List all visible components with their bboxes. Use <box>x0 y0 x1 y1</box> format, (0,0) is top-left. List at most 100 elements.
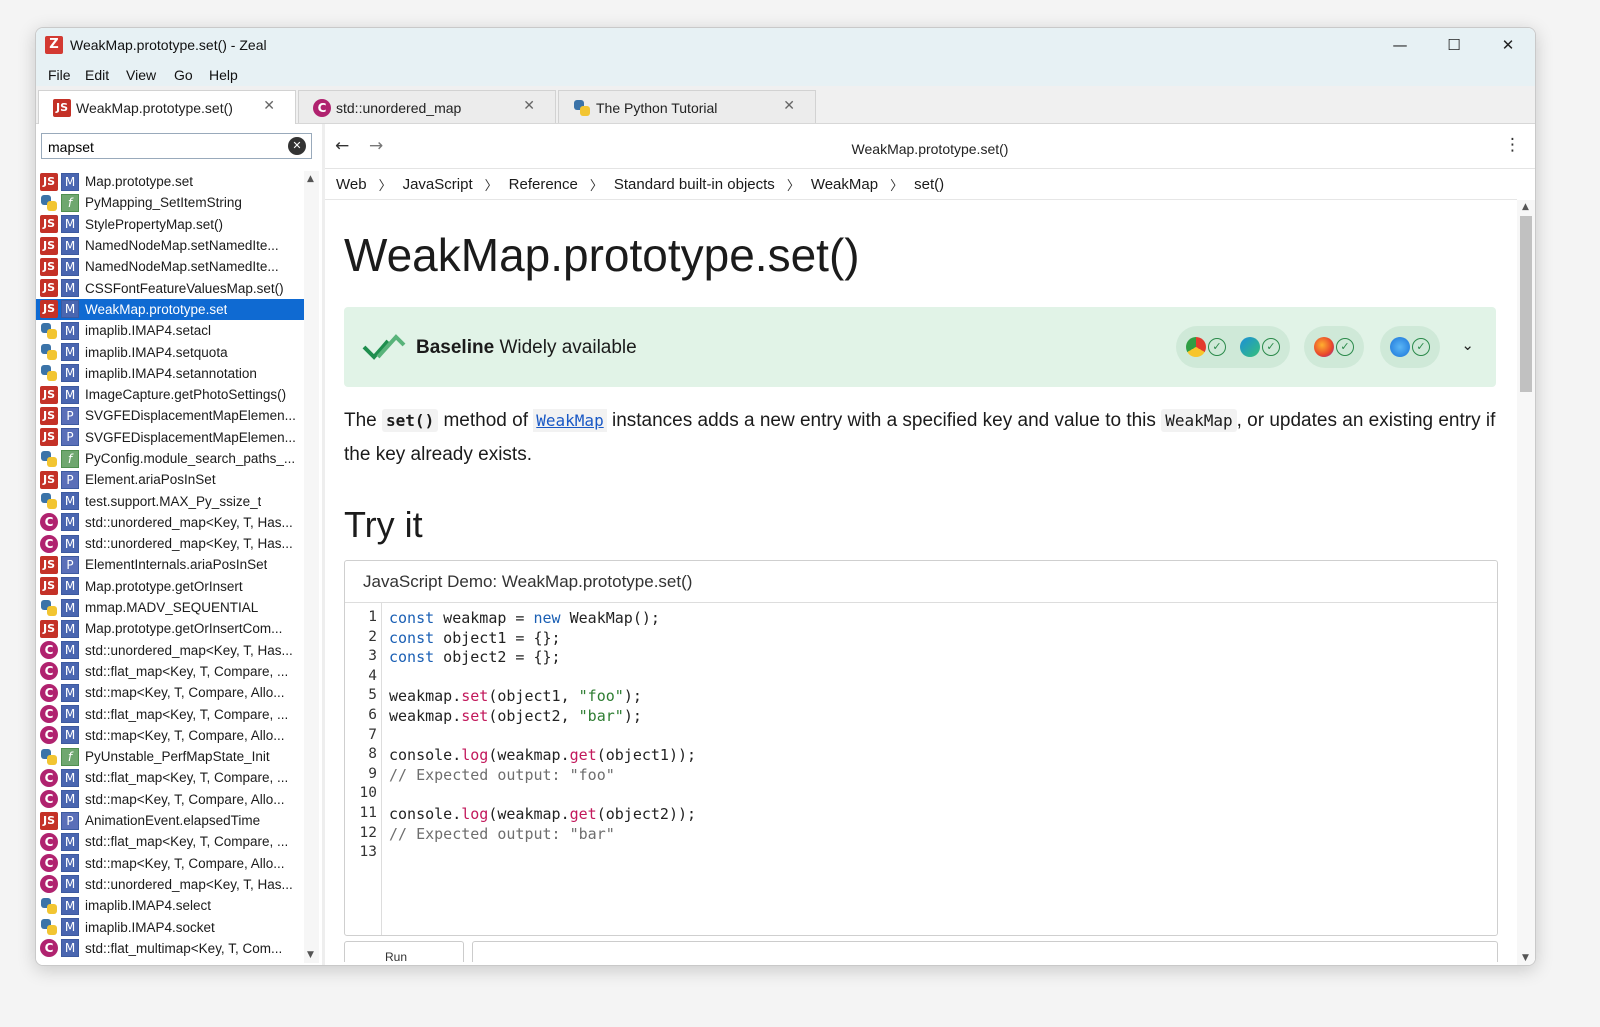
result-item[interactable]: JS P Element.ariaPosInSet <box>36 469 304 490</box>
result-item[interactable]: C Mstd::map<Key, T, Compare, Allo... <box>36 853 304 874</box>
scroll-thumb[interactable] <box>1520 216 1532 392</box>
try-it-heading: Try it <box>344 504 423 545</box>
chevron-down-icon[interactable]: ⌄ <box>1461 336 1474 354</box>
menu-edit[interactable]: Edit <box>85 67 109 83</box>
menu-view[interactable]: View <box>126 67 156 83</box>
close-tab-icon[interactable]: ✕ <box>263 98 275 114</box>
interactive-demo: JavaScript Demo: WeakMap.prototype.set()… <box>344 560 1498 936</box>
result-item[interactable]: JS M CSSFontFeatureValuesMap.set() <box>36 277 304 298</box>
result-item[interactable]: JS P ElementInternals.ariaPosInSet <box>36 554 304 575</box>
scroll-down-icon[interactable]: ▼ <box>1522 953 1529 963</box>
search-box: ✕ <box>41 133 312 159</box>
result-item[interactable]: JS M StylePropertyMap.set() <box>36 214 304 235</box>
close-window-icon[interactable]: ✕ <box>1485 30 1531 60</box>
result-item[interactable]: f PyMapping_SetItemString <box>36 192 304 213</box>
result-item[interactable]: JS P SVGFEDisplacementMapElemen... <box>36 405 304 426</box>
crumb-javascript[interactable]: JavaScript <box>403 176 473 193</box>
result-item[interactable]: f PyConfig.module_search_paths_... <box>36 448 304 469</box>
more-options-icon[interactable]: ⋮ <box>1504 135 1521 155</box>
crumb-weakmap[interactable]: WeakMap <box>811 176 878 193</box>
function-type-icon: f <box>61 449 79 468</box>
search-input[interactable] <box>46 136 286 158</box>
method-type-icon: M <box>61 215 79 234</box>
result-item[interactable]: C Mstd::map<Key, T, Compare, Allo... <box>36 682 304 703</box>
results-scrollbar[interactable]: ▲ ▼ <box>304 171 319 963</box>
result-item[interactable]: JS M WeakMap.prototype.set <box>36 298 304 321</box>
result-name: StylePropertyMap.set() <box>85 216 224 232</box>
scroll-down-icon[interactable]: ▼ <box>307 950 314 960</box>
result-item[interactable]: Mmmap.MADV_SEQUENTIAL <box>36 597 304 618</box>
crumb-builtins[interactable]: Standard built-in objects <box>614 176 775 193</box>
result-item[interactable]: C Mstd::flat_map<Key, T, Compare, ... <box>36 661 304 682</box>
menu-file[interactable]: File <box>48 67 71 83</box>
method-type-icon: M <box>61 343 79 362</box>
result-item[interactable]: Mimaplib.IMAP4.setannotation <box>36 363 304 384</box>
result-item[interactable]: C Mstd::flat_multimap<Key, T, Com... <box>36 938 304 959</box>
result-item[interactable]: C Mstd::flat_map<Key, T, Compare, ... <box>36 703 304 724</box>
code-line: // Expected output: "bar" <box>389 824 615 843</box>
method-type-icon: M <box>61 534 79 553</box>
result-name: SVGFEDisplacementMapElemen... <box>85 429 296 445</box>
result-item[interactable]: JS P SVGFEDisplacementMapElemen... <box>36 427 304 448</box>
nav-toolbar: ← → WeakMap.prototype.set() ⋮ <box>325 124 1535 169</box>
result-item[interactable]: C Mstd::flat_map<Key, T, Compare, ... <box>36 767 304 788</box>
tab-weakmap-set[interactable]: JS WeakMap.prototype.set() ✕ <box>38 90 296 124</box>
result-name: std::flat_map<Key, T, Compare, ... <box>85 706 289 722</box>
method-type-icon: M <box>61 939 79 958</box>
baseline-check-icon <box>362 334 406 360</box>
method-type-icon: M <box>61 598 79 617</box>
tab-python-tutorial[interactable]: The Python Tutorial ✕ <box>558 90 816 123</box>
result-item[interactable]: Mtest.support.MAX_Py_ssize_t <box>36 490 304 511</box>
js-icon: JS <box>40 470 58 489</box>
close-tab-icon[interactable]: ✕ <box>523 98 535 114</box>
result-name: imaplib.IMAP4.setannotation <box>85 365 257 381</box>
maximize-icon[interactable]: ☐ <box>1431 30 1477 60</box>
minimize-icon[interactable]: — <box>1377 30 1423 60</box>
result-item[interactable]: JS P AnimationEvent.elapsedTime <box>36 810 304 831</box>
clear-search-icon[interactable]: ✕ <box>288 137 306 155</box>
code-editor[interactable]: 123 456 789 10 11 12 13 const weakmap = ne… <box>345 603 1497 935</box>
result-item[interactable]: Mimaplib.IMAP4.socket <box>36 916 304 937</box>
scroll-up-icon[interactable]: ▲ <box>307 174 314 184</box>
weakmap-link[interactable]: WeakMap <box>533 409 607 432</box>
zeal-logo-icon: Z <box>45 36 63 54</box>
menu-help[interactable]: Help <box>209 67 238 83</box>
close-tab-icon[interactable]: ✕ <box>783 98 795 114</box>
result-item[interactable]: JS M Map.prototype.getOrInsertCom... <box>36 618 304 639</box>
result-item[interactable]: JS M ImageCapture.getPhotoSettings() <box>36 384 304 405</box>
method-type-icon: M <box>61 662 79 681</box>
cpp-icon: C <box>40 683 58 702</box>
result-item[interactable]: Mimaplib.IMAP4.setquota <box>36 341 304 362</box>
menu-go[interactable]: Go <box>174 67 193 83</box>
result-item[interactable]: C Mstd::unordered_map<Key, T, Has... <box>36 533 304 554</box>
js-icon: JS <box>40 279 58 298</box>
run-button[interactable]: Run <box>344 941 464 964</box>
result-item[interactable]: C Mstd::unordered_map<Key, T, Has... <box>36 874 304 895</box>
js-icon: JS <box>40 300 58 319</box>
crumb-web[interactable]: Web <box>336 176 367 193</box>
result-item[interactable]: Mimaplib.IMAP4.setacl <box>36 320 304 341</box>
result-item[interactable]: Mimaplib.IMAP4.select <box>36 895 304 916</box>
result-item[interactable]: C Mstd::map<Key, T, Compare, Allo... <box>36 789 304 810</box>
result-item[interactable]: C Mstd::unordered_map<Key, T, Has... <box>36 512 304 533</box>
result-name: std::unordered_map<Key, T, Has... <box>85 642 293 658</box>
doc-scrollbar[interactable]: ▲ ▼ <box>1517 200 1535 965</box>
result-name: Map.prototype.getOrInsert <box>85 578 243 594</box>
result-name: std::map<Key, T, Compare, Allo... <box>85 727 285 743</box>
result-item[interactable]: C Mstd::unordered_map<Key, T, Has... <box>36 640 304 661</box>
result-name: std::unordered_map<Key, T, Has... <box>85 876 293 892</box>
tab-unordered-map[interactable]: C std::unordered_map ✕ <box>298 90 556 123</box>
cpp-icon: C <box>40 513 58 532</box>
crumb-set[interactable]: set() <box>914 176 944 193</box>
crumb-reference[interactable]: Reference <box>509 176 578 193</box>
result-item[interactable]: JS M Map.prototype.set <box>36 171 304 192</box>
console-output <box>472 941 1498 962</box>
result-item[interactable]: C Mstd::flat_map<Key, T, Compare, ... <box>36 831 304 852</box>
result-item[interactable]: JS M Map.prototype.getOrInsert <box>36 576 304 597</box>
result-item[interactable]: JS M NamedNodeMap.setNamedIte... <box>36 256 304 277</box>
result-item[interactable]: f PyUnstable_PerfMapState_Init <box>36 746 304 767</box>
result-item[interactable]: JS M NamedNodeMap.setNamedIte... <box>36 235 304 256</box>
supported-check-icon: ✓ <box>1336 338 1354 356</box>
result-item[interactable]: C Mstd::map<Key, T, Compare, Allo... <box>36 725 304 746</box>
scroll-up-icon[interactable]: ▲ <box>1522 202 1529 212</box>
